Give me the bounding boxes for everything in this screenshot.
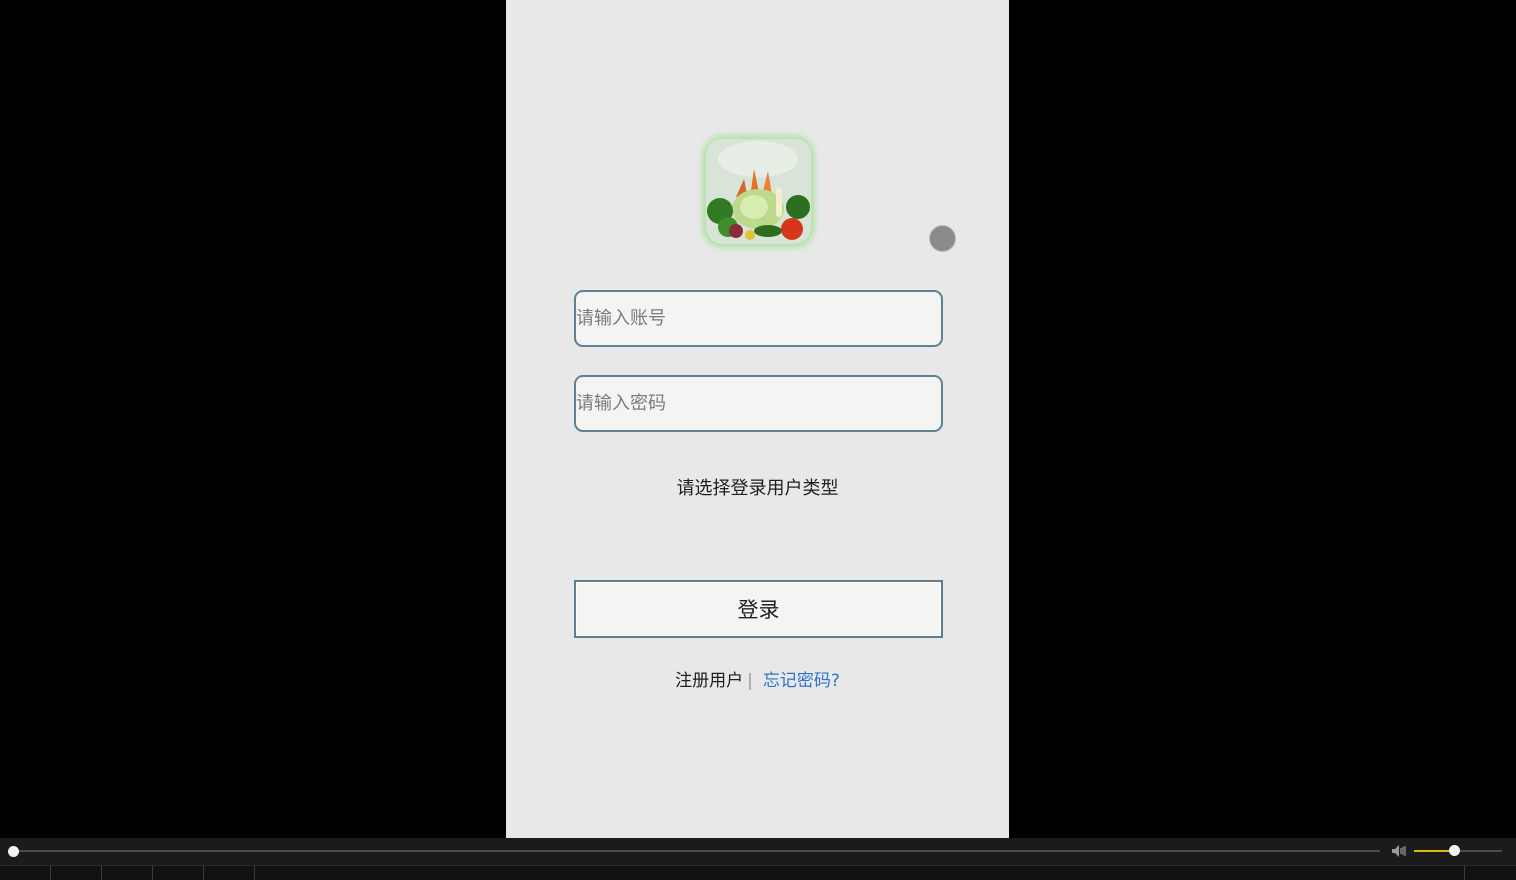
media-player-bar	[0, 838, 1516, 880]
player-control-strip	[0, 865, 1516, 880]
screen: 请选择登录用户类型 登录 注册用户| 忘记密码?	[0, 0, 1516, 880]
register-link[interactable]: 注册用户	[675, 671, 743, 691]
app-logo	[706, 139, 811, 244]
strip-divider	[1464, 866, 1465, 880]
link-separator: |	[747, 671, 753, 691]
seek-handle[interactable]	[8, 846, 19, 857]
strip-divider	[254, 866, 255, 880]
vegetable-basket-logo-icon	[706, 139, 811, 244]
auth-links: 注册用户 | 忘记密码?	[506, 666, 1009, 691]
seek-bar[interactable]	[10, 850, 1380, 852]
strip-divider	[50, 866, 51, 880]
speaker-icon[interactable]	[1391, 843, 1407, 859]
login-button[interactable]: 登录	[574, 580, 943, 638]
forgot-password-link[interactable]: 忘记密码?	[763, 671, 840, 691]
volume-level	[1414, 850, 1454, 852]
login-screen: 请选择登录用户类型 登录 注册用户| 忘记密码?	[506, 0, 1009, 838]
strip-divider	[101, 866, 102, 880]
strip-divider	[152, 866, 153, 880]
password-input[interactable]	[574, 375, 943, 432]
volume-handle[interactable]	[1448, 845, 1460, 856]
floating-dot-icon[interactable]	[929, 225, 956, 252]
account-input[interactable]	[574, 290, 943, 347]
user-type-prompt[interactable]: 请选择登录用户类型	[506, 474, 1009, 500]
strip-divider	[203, 866, 204, 880]
